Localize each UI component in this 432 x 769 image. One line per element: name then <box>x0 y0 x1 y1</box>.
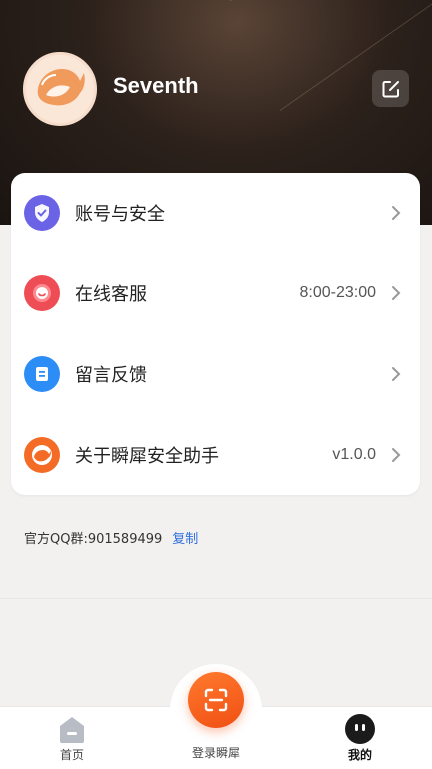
menu-item-label: 账号与安全 <box>75 204 165 225</box>
qq-group-info: 官方QQ群:901589499 复制 <box>24 528 198 547</box>
menu-item-label: 留言反馈 <box>75 365 147 386</box>
scan-icon <box>204 688 228 712</box>
scan-login-button[interactable] <box>188 672 244 728</box>
chevron-right-icon <box>392 286 401 300</box>
me-icon <box>345 714 375 744</box>
menu-item-about[interactable]: 关于瞬犀安全助手 v1.0.0 <box>11 415 420 495</box>
tab-login-label[interactable]: 登录瞬犀 <box>176 744 256 761</box>
qq-group-text: 官方QQ群:901589499 <box>24 532 163 547</box>
app-version: v1.0.0 <box>332 446 376 463</box>
service-hours: 8:00-23:00 <box>299 284 376 301</box>
avatar[interactable] <box>23 52 97 126</box>
menu-item-online-service[interactable]: 在线客服 8:00-23:00 <box>11 253 420 333</box>
menu-item-feedback[interactable]: 留言反馈 <box>11 334 420 414</box>
username: Seventh <box>113 73 199 98</box>
copy-link[interactable]: 复制 <box>172 532 198 547</box>
menu-item-label: 关于瞬犀安全助手 <box>75 446 219 467</box>
menu-item-account-security[interactable]: 账号与安全 <box>11 173 420 253</box>
edit-profile-button[interactable] <box>372 70 409 107</box>
menu-card: 账号与安全 在线客服 8:00-23:00 留言反馈 关于瞬犀安全助手 v1.0… <box>11 173 420 495</box>
chevron-right-icon <box>392 448 401 462</box>
tab-me-label: 我的 <box>347 748 372 762</box>
shield-icon <box>24 195 60 231</box>
menu-item-label: 在线客服 <box>75 284 147 305</box>
chevron-right-icon <box>392 367 401 381</box>
service-icon <box>24 275 60 311</box>
rhino-logo-icon <box>24 437 60 473</box>
rhino-avatar-icon <box>26 55 94 123</box>
home-icon <box>60 717 84 743</box>
divider <box>0 598 432 599</box>
feedback-icon <box>24 356 60 392</box>
chevron-right-icon <box>392 206 401 220</box>
tab-home-label: 首页 <box>59 748 84 762</box>
edit-icon <box>382 80 399 97</box>
